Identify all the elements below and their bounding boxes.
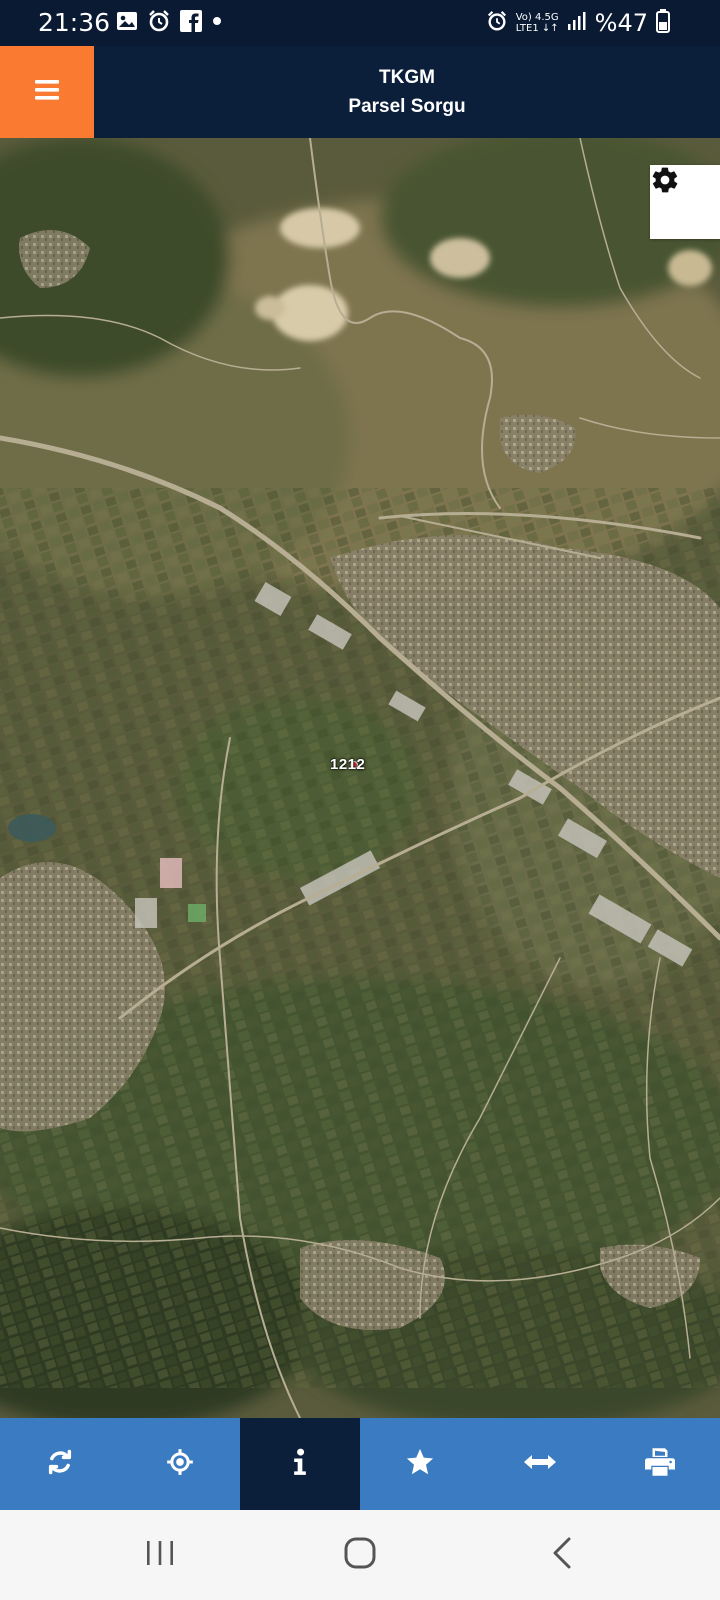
alarm-icon (147, 9, 171, 38)
system-nav-bar (0, 1510, 720, 1600)
star-icon (405, 1447, 435, 1482)
refresh-button[interactable] (0, 1418, 120, 1510)
settings-button[interactable] (650, 165, 720, 239)
satellite-map[interactable]: 1212 (0, 138, 720, 1418)
signal-icon (567, 11, 587, 36)
crosshair-icon (166, 1448, 194, 1481)
back-icon (551, 1537, 573, 1574)
measure-button[interactable] (480, 1418, 600, 1510)
recents-button[interactable] (130, 1530, 190, 1580)
dot-icon (211, 14, 223, 32)
home-icon (344, 1537, 376, 1574)
network-indicator: Vo) 4.5G LTE1 ↓↑ (516, 12, 559, 34)
info-button[interactable] (240, 1418, 360, 1510)
map-imagery (0, 138, 720, 1418)
battery-icon (656, 8, 670, 38)
network-bottom: LTE1 ↓↑ (515, 23, 559, 34)
bottom-toolbar (0, 1418, 720, 1510)
status-bar: 21:36 Vo) 4.5G LTE1 ↓↑ %47 (0, 0, 720, 46)
facebook-icon (180, 9, 202, 37)
network-top: Vo) 4.5G (515, 12, 559, 23)
print-button[interactable] (600, 1418, 720, 1510)
app-title: TKGM (379, 67, 435, 88)
back-button[interactable] (532, 1530, 592, 1580)
gallery-icon (116, 11, 138, 36)
locate-button[interactable] (120, 1418, 240, 1510)
parcel-label[interactable]: 1212 (330, 756, 365, 773)
battery-percent: %47 (594, 9, 648, 37)
refresh-icon (46, 1448, 74, 1481)
favorite-button[interactable] (360, 1418, 480, 1510)
app-subtitle: Parsel Sorgu (348, 96, 466, 117)
status-right-icons: Vo) 4.5G LTE1 ↓↑ %47 (486, 8, 670, 38)
header-titles: TKGM Parsel Sorgu (94, 66, 720, 122)
info-icon (292, 1448, 308, 1481)
status-left-icons (116, 9, 223, 38)
status-time: 21:36 (38, 8, 111, 37)
arrows-horizontal-icon (524, 1452, 556, 1477)
recents-icon (144, 1539, 176, 1572)
alarm-icon (486, 10, 508, 37)
app-header: TKGM Parsel Sorgu (0, 46, 720, 138)
print-icon (645, 1447, 675, 1481)
home-button[interactable] (330, 1530, 390, 1580)
hamburger-menu-icon (34, 79, 60, 106)
menu-button[interactable] (0, 46, 94, 138)
